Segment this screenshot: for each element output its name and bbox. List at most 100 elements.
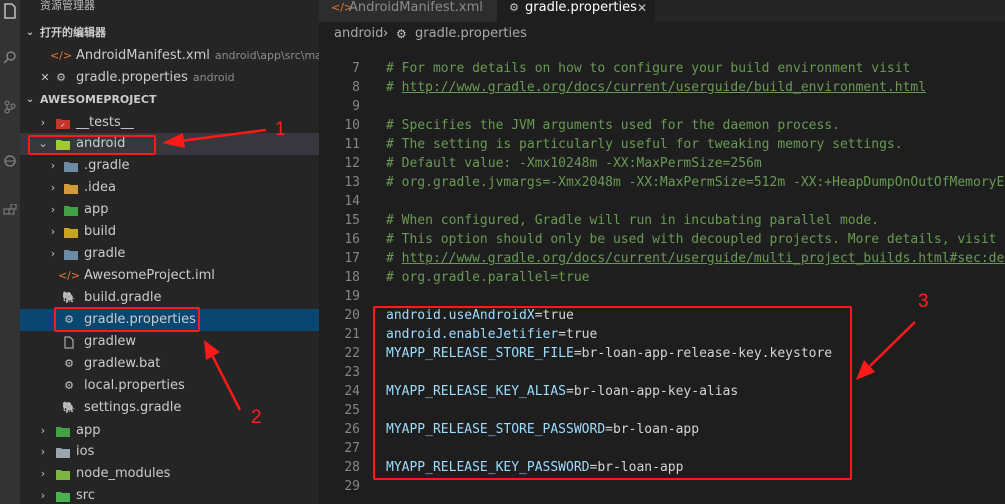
line-number: 24: [344, 384, 360, 399]
chevron-right-icon: ›: [50, 247, 56, 260]
tree-item-build-gradle[interactable]: 🐘 build.gradle: [20, 287, 319, 309]
folder-gradle-icon: [64, 247, 78, 261]
xml-icon: </>: [57, 269, 81, 282]
gradle-file-icon: 🐘: [62, 291, 76, 304]
tree-item-idea[interactable]: › .idea: [20, 177, 319, 199]
chevron-right-icon: ›: [50, 203, 56, 216]
tree-item-label: settings.gradle: [84, 400, 182, 415]
tree-item-gradlew-bat[interactable]: ⚙ gradlew.bat: [20, 353, 319, 375]
line-number: 17: [344, 251, 360, 266]
breadcrumb-folder[interactable]: android: [334, 22, 383, 46]
chevron-right-icon: ›: [40, 467, 46, 480]
line-number: 12: [344, 156, 360, 171]
line-number: 13: [344, 175, 360, 190]
line-number: 19: [344, 289, 360, 304]
folder-node-icon: [56, 467, 70, 481]
annotation-box-android: [28, 135, 156, 155]
annotation-box-config: [373, 306, 852, 480]
gradle-file-icon: 🐘: [62, 401, 76, 414]
folder-test-icon: ✓: [56, 116, 70, 130]
tree-item-label: AwesomeProject.iml: [84, 268, 215, 283]
file-icon: [62, 335, 76, 349]
tree-item-iml[interactable]: </> AwesomeProject.iml: [20, 265, 319, 287]
code-line: # The setting is particularly useful for…: [386, 135, 903, 154]
chevron-right-icon: ›: [383, 26, 389, 41]
code-link[interactable]: http://www.gradle.org/docs/current/userg…: [402, 80, 926, 95]
annotation-label-2: 2: [251, 407, 262, 428]
line-number: 26: [344, 422, 360, 437]
tree-item-label: gradlew: [84, 334, 137, 349]
code-line: # When configured, Gradle will run in in…: [386, 211, 879, 230]
chevron-right-icon: ›: [40, 424, 46, 437]
tree-item-app[interactable]: › app: [20, 199, 319, 221]
code-line: # http://www.gradle.org/docs/current/use…: [386, 249, 1005, 268]
line-number: 8: [352, 80, 360, 95]
tree-item-gradlew[interactable]: gradlew: [20, 331, 319, 353]
line-number: 28: [344, 460, 360, 475]
line-number: 25: [344, 403, 360, 418]
code-comment: # The setting is particularly useful for…: [386, 137, 903, 152]
extensions-icon[interactable]: [0, 200, 20, 222]
line-number: 16: [344, 232, 360, 247]
xml-icon: </>: [331, 1, 354, 14]
folder-src-icon: [56, 489, 70, 503]
gear-icon: ⚙: [64, 379, 74, 392]
chevron-right-icon: ›: [40, 445, 46, 458]
tree-item-build[interactable]: › build: [20, 221, 319, 243]
open-editors-header[interactable]: ⌄ 打开的编辑器: [20, 22, 319, 44]
chevron-down-icon: ⌄: [25, 27, 35, 38]
explorer-sidebar: 资源管理器 ⌄ 打开的编辑器 </> AndroidManifest.xml an…: [20, 0, 319, 504]
chevron-right-icon: ›: [50, 181, 56, 194]
open-editor-item[interactable]: ✕ ⚙ gradle.properties android: [20, 67, 319, 89]
source-control-icon[interactable]: [0, 96, 20, 118]
tree-item-ios[interactable]: › ios: [20, 441, 319, 463]
tree-item-gradle-cache[interactable]: › .gradle: [20, 155, 319, 177]
code-line: # This option should only be used with d…: [386, 230, 996, 249]
chevron-right-icon: ›: [40, 116, 46, 129]
code-link[interactable]: http://www.gradle.org/docs/current/userg…: [402, 251, 1005, 266]
close-icon[interactable]: ✕: [637, 0, 647, 22]
line-number: 20: [344, 308, 360, 323]
tree-item-app-root[interactable]: › app: [20, 420, 319, 442]
code-comment: # Default value: -Xmx10248m -XX:MaxPermS…: [386, 156, 762, 171]
line-number: 7: [352, 61, 360, 76]
code-line: # Default value: -Xmx10248m -XX:MaxPermS…: [386, 154, 762, 173]
folder-idea-icon: [64, 181, 78, 195]
tree-item-label: node_modules: [76, 466, 171, 481]
code-comment: # Specifies the JVM arguments used for t…: [386, 118, 840, 133]
tree-item-label: __tests__: [76, 115, 134, 130]
annotation-label-1: 1: [275, 119, 286, 140]
gear-icon: ⚙: [396, 27, 407, 41]
tree-item-gradle[interactable]: › gradle: [20, 243, 319, 265]
tree-item-label: app: [84, 202, 109, 217]
line-number: 11: [344, 137, 360, 152]
line-number: 18: [344, 270, 360, 285]
close-icon[interactable]: ✕: [38, 71, 52, 85]
tree-item-node-modules[interactable]: › node_modules: [20, 463, 319, 485]
search-icon[interactable]: [0, 46, 20, 68]
debug-icon[interactable]: [0, 150, 20, 172]
tab-gradle-properties[interactable]: ⚙ gradle.properties ✕: [497, 0, 655, 22]
tree-item-label: build: [84, 224, 116, 239]
open-editor-name: gradle.properties: [76, 70, 188, 85]
annotation-box-gradle-properties: [54, 307, 200, 332]
project-header[interactable]: ⌄ AWESOMEPROJECT: [20, 89, 319, 111]
files-icon[interactable]: [0, 0, 20, 22]
code-comment: # For more details on how to configure y…: [386, 61, 911, 76]
code-comment: # When configured, Gradle will run in in…: [386, 213, 880, 228]
activity-bar: [0, 0, 20, 504]
tree-item-src[interactable]: › src: [20, 485, 319, 504]
tree-item-settings-gradle[interactable]: 🐘 settings.gradle: [20, 397, 319, 419]
code-comment-prefix: #: [386, 251, 402, 266]
tree-item-label: ios: [76, 444, 95, 459]
tab-androidmanifest[interactable]: </>AndroidManifest.xml: [319, 0, 497, 22]
code-line: # org.gradle.parallel=true: [386, 268, 590, 287]
breadcrumb-file[interactable]: gradle.properties: [415, 22, 527, 46]
tree-item-local-properties[interactable]: ⚙ local.properties: [20, 375, 319, 397]
code-line: # Specifies the JVM arguments used for t…: [386, 116, 840, 135]
open-editor-item[interactable]: </> AndroidManifest.xml android\app\src\m…: [20, 45, 319, 67]
line-number: 15: [344, 213, 360, 228]
tab-bar: </>AndroidManifest.xml ⚙ gradle.propertie…: [319, 0, 1005, 22]
line-number: 29: [344, 479, 360, 494]
code-line: # For more details on how to configure y…: [386, 59, 910, 78]
